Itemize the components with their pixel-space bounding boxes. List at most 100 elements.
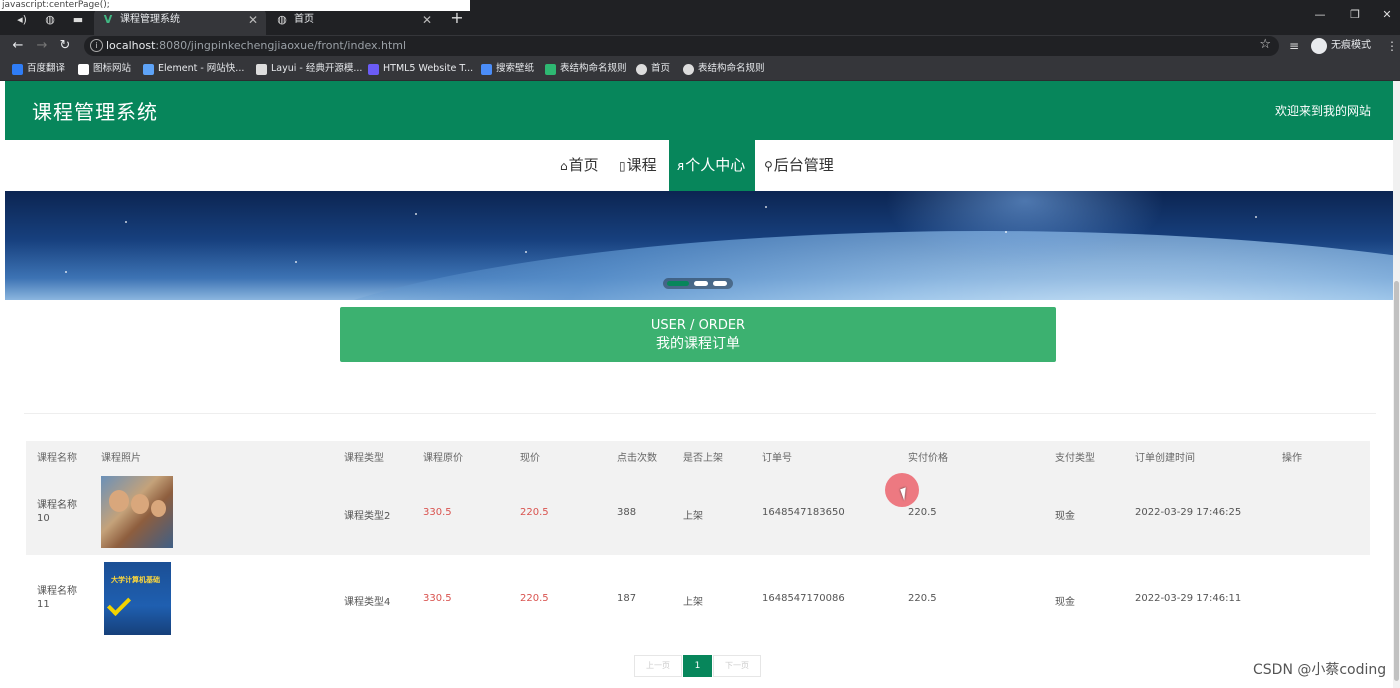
course-name: 课程名称10 xyxy=(37,500,77,524)
vue-icon: V xyxy=(103,13,113,26)
home-icon: ⌂ xyxy=(560,159,568,173)
th-pay-type: 支付类型 xyxy=(1055,453,1095,464)
table-row[interactable]: 课程名称11 大学计算机基础 课程类型4 330.5 220.5 187 上架 … xyxy=(26,555,1370,641)
incognito-indicator[interactable]: 无痕模式 xyxy=(1311,37,1371,55)
listed-status: 上架 xyxy=(683,511,703,522)
carousel-dot[interactable] xyxy=(694,281,708,286)
minimize-icon[interactable]: — xyxy=(1305,8,1335,26)
window-icon[interactable]: ▬ xyxy=(68,11,88,29)
table-header: 课程名称 课程照片 课程类型 课程原价 现价 点击次数 是否上架 订单号 实付价… xyxy=(26,441,1370,469)
back-icon[interactable]: ← xyxy=(9,37,27,55)
divider xyxy=(24,413,1376,414)
tab-home[interactable]: ◍ 首页 ✕ xyxy=(268,8,440,35)
status-url-tooltip: javascript:centerPage(); xyxy=(0,0,470,11)
banner-planet xyxy=(235,231,1393,300)
bookmark-item[interactable]: 首页 xyxy=(636,61,670,77)
site-title: 课程管理系统 xyxy=(32,100,158,124)
globe-icon[interactable]: ◍ xyxy=(40,11,60,29)
globe-icon: ◍ xyxy=(277,13,287,26)
bookmark-item[interactable]: Layui - 经典开源模... xyxy=(256,61,362,77)
menu-item-admin[interactable]: ⚲后台管理 xyxy=(756,140,842,191)
bookmark-item[interactable]: 图标网站 xyxy=(78,61,131,77)
menu-item-home[interactable]: ⌂首页 xyxy=(552,140,607,191)
tab-title: 课程管理系统 xyxy=(120,14,180,25)
th-course-type: 课程类型 xyxy=(344,453,384,464)
th-course-photo: 课程照片 xyxy=(101,453,141,464)
table-row[interactable]: 课程名称10 课程类型2 330.5 220.5 388 上架 16485471… xyxy=(26,469,1370,555)
globe-icon xyxy=(683,64,694,75)
site-header: 课程管理系统 欢迎来到我的网站 xyxy=(5,81,1393,140)
reading-list-icon[interactable]: ≡ xyxy=(1289,37,1299,55)
restore-icon[interactable]: ❐ xyxy=(1340,8,1370,26)
carousel-banner xyxy=(5,191,1393,300)
course-photo[interactable]: 大学计算机基础 xyxy=(104,562,171,635)
scrollbar-thumb[interactable] xyxy=(1394,281,1399,681)
menu-item-course[interactable]: ▯课程 xyxy=(611,140,665,191)
bookmark-item[interactable]: 搜索壁纸 xyxy=(481,61,534,77)
page-viewport: 课程管理系统 欢迎来到我的网站 ⌂首页 ▯课程 ᴙ个人中心 ⚲后台管理 USER… xyxy=(0,81,1400,688)
bookmark-item[interactable]: HTML5 Website T... xyxy=(368,61,473,77)
welcome-text: 欢迎来到我的网站 xyxy=(1274,104,1371,118)
layui-icon xyxy=(256,64,267,75)
order-number: 1648547170086 xyxy=(762,593,845,604)
doc-icon xyxy=(545,64,556,75)
more-menu-icon[interactable]: ⋮ xyxy=(1386,37,1398,55)
close-window-icon[interactable]: ✕ xyxy=(1372,8,1400,26)
incognito-icon xyxy=(1311,38,1327,54)
paid-price: 220.5 xyxy=(908,507,937,518)
created-time: 2022-03-29 17:46:11 xyxy=(1135,593,1242,604)
course-type: 课程类型2 xyxy=(344,511,391,522)
new-tab-icon[interactable]: + xyxy=(447,9,467,27)
close-tab-icon[interactable]: ✕ xyxy=(248,8,258,32)
th-click-count: 点击次数 xyxy=(617,453,657,464)
menu-item-personal-center[interactable]: ᴙ个人中心 xyxy=(669,140,755,191)
course-photo[interactable] xyxy=(101,476,173,548)
listed-status: 上架 xyxy=(683,597,703,608)
watermark: CSDN @小蔡coding xyxy=(1253,662,1387,678)
th-current-price: 现价 xyxy=(520,453,540,464)
document-icon: ▯ xyxy=(619,159,626,173)
reload-icon[interactable]: ↻ xyxy=(56,37,74,55)
pay-type: 现金 xyxy=(1055,597,1075,608)
course-type: 课程类型4 xyxy=(344,597,391,608)
wallpaper-icon xyxy=(481,64,492,75)
scrollbar[interactable] xyxy=(1393,81,1400,688)
th-created-time: 订单创建时间 xyxy=(1135,453,1195,464)
html5-icon xyxy=(368,64,379,75)
flag-icon xyxy=(78,64,89,75)
bookmark-star-icon[interactable]: ☆ xyxy=(1259,37,1271,52)
bookmark-item[interactable]: 表结构命名规则 xyxy=(683,61,765,77)
audio-icon[interactable]: ◂) xyxy=(12,11,32,29)
book-cover-title: 大学计算机基础 xyxy=(111,576,160,584)
forward-icon[interactable]: → xyxy=(33,37,51,55)
address-url: localhost:8080/jingpinkechengjiaoxue/fro… xyxy=(106,39,407,52)
click-count: 388 xyxy=(617,507,637,518)
carousel-dot[interactable] xyxy=(713,281,727,286)
th-original-price: 课程原价 xyxy=(423,453,463,464)
address-bar[interactable]: i localhost:8080/jingpinkechengjiaoxue/f… xyxy=(84,36,1279,56)
order-section-title: USER / ORDER 我的课程订单 xyxy=(340,307,1056,362)
close-tab-icon[interactable]: ✕ xyxy=(422,8,432,32)
order-number: 1648547183650 xyxy=(762,507,845,518)
bookmark-icon xyxy=(12,64,23,75)
next-page-button[interactable]: 下一页 xyxy=(713,655,761,677)
prev-page-button[interactable]: 上一页 xyxy=(634,655,682,677)
order-title-cn: 我的课程订单 xyxy=(656,336,740,352)
page-number-button[interactable]: 1 xyxy=(683,655,712,677)
info-icon[interactable]: i xyxy=(90,39,103,52)
th-listed: 是否上架 xyxy=(683,453,723,464)
tab-title: 首页 xyxy=(294,14,314,25)
th-course-name: 课程名称 xyxy=(37,453,77,464)
th-paid-price: 实付价格 xyxy=(908,453,948,464)
bookmarks-bar: 百度翻译 图标网站 Element - 网站快... Layui - 经典开源模… xyxy=(0,57,1400,81)
carousel-dot-active[interactable] xyxy=(667,281,689,286)
carousel-indicators xyxy=(663,278,733,289)
th-order-no: 订单号 xyxy=(762,453,792,464)
bookmark-item[interactable]: 百度翻译 xyxy=(12,61,65,77)
original-price: 330.5 xyxy=(423,593,452,604)
bookmark-item[interactable]: 表结构命名规则 xyxy=(545,61,627,77)
tab-course-system[interactable]: V 课程管理系统 ✕ xyxy=(94,8,266,35)
bookmark-item[interactable]: Element - 网站快... xyxy=(143,61,244,77)
link-icon: ⚲ xyxy=(764,159,773,173)
current-price: 220.5 xyxy=(520,507,549,518)
